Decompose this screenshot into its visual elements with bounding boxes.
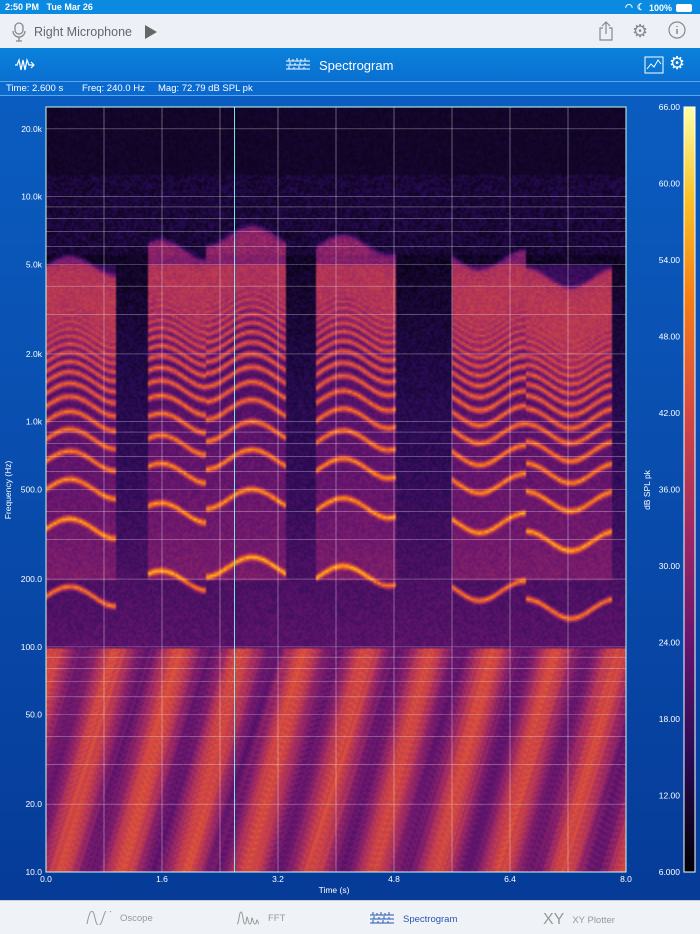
spectrogram-icon	[370, 912, 394, 924]
microphone-icon	[12, 22, 26, 42]
status-bar: 2:50 PM Tue Mar 26 ◠ ☾ 100%	[0, 0, 700, 14]
moon-icon: ☾	[636, 2, 645, 12]
tab-label: Spectrogram	[403, 913, 458, 925]
page-title: Spectrogram	[319, 57, 394, 73]
share-icon[interactable]	[598, 21, 614, 41]
tab-spectrogram[interactable]: Spectrogram	[369, 911, 457, 927]
spectrogram-icon	[286, 58, 310, 70]
tab-xy-plotter[interactable]: XY XY Plotter	[543, 911, 615, 929]
nav-bar: Spectrogram ⚙	[0, 48, 700, 82]
gear-icon[interactable]: ⚙	[669, 53, 685, 74]
clock: 2:50 PM	[5, 2, 40, 12]
source-label: Right Microphone	[34, 25, 132, 39]
readout-time: Time: 2.600 s	[6, 83, 64, 94]
top-toolbar: Right Microphone ⚙	[0, 14, 700, 48]
battery-level: 100%	[648, 2, 672, 13]
fft-icon	[236, 911, 260, 925]
cursor-readout: Time: 2.600 s Freq: 240.0 Hz Mag: 72.79 …	[0, 82, 700, 96]
readout-freq: Freq: 240.0 Hz	[82, 83, 145, 94]
tab-label: FFT	[268, 912, 286, 924]
wifi-icon: ◠	[625, 2, 633, 12]
tab-bar: Oscope FFT Spectrogram XY XY Plotter	[0, 900, 700, 934]
chart-display-icon[interactable]	[644, 56, 664, 74]
date: Tue Mar 26	[46, 2, 93, 12]
spectrogram-heatmap[interactable]	[46, 107, 626, 872]
tab-oscope[interactable]: Oscope	[86, 911, 153, 925]
oscope-icon	[86, 911, 112, 925]
tab-fft[interactable]: FFT	[236, 911, 285, 925]
xy-icon: XY	[543, 911, 565, 928]
tab-label: XY Plotter	[572, 914, 615, 926]
play-icon[interactable]	[144, 25, 158, 39]
settings-gear-icon[interactable]: ⚙	[632, 21, 648, 42]
battery-icon	[676, 3, 692, 12]
tab-label: Oscope	[120, 912, 153, 924]
info-icon[interactable]	[668, 21, 686, 39]
source-selector[interactable]: Right Microphone	[12, 22, 158, 42]
readout-mag: Mag: 72.79 dB SPL pk	[158, 83, 253, 94]
waveform-arrow-icon[interactable]	[14, 58, 36, 72]
